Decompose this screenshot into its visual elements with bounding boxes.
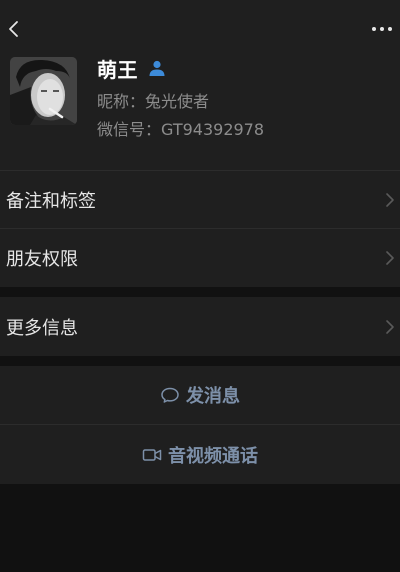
menu-item-label: 备注和标签	[6, 190, 96, 212]
chevron-right-icon	[386, 251, 394, 265]
voice-video-call-button[interactable]: 音视频通话	[0, 425, 400, 484]
video-camera-icon	[142, 448, 162, 461]
avatar[interactable]	[10, 57, 77, 125]
menu-item-label: 更多信息	[6, 317, 78, 339]
nickname-text: 昵称：兔光使者	[97, 92, 210, 111]
menu-item-friend-permissions[interactable]: 朋友权限	[0, 229, 400, 287]
voice-video-call-label: 音视频通话	[168, 445, 258, 467]
contact-name: 萌王	[97, 57, 138, 82]
send-message-label: 发消息	[186, 386, 240, 407]
chevron-right-icon	[386, 192, 394, 207]
menu-item-more-info[interactable]: 更多信息	[0, 297, 400, 356]
person-icon	[149, 60, 165, 76]
profile-header: 萌王 昵称：兔光使者 微信号：GT94392978	[0, 0, 400, 170]
name-row: 萌王	[97, 54, 166, 82]
send-message-button[interactable]: 发消息	[0, 366, 400, 424]
more-options-icon[interactable]	[370, 20, 394, 38]
wechat-id-text: 微信号：GT94392978	[97, 120, 265, 139]
back-arrow-icon[interactable]	[4, 17, 24, 41]
menu-item-remarks-tags[interactable]: 备注和标签	[0, 171, 400, 228]
chat-bubble-icon	[161, 387, 179, 403]
menu-item-label: 朋友权限	[6, 249, 78, 270]
avatar-photo	[10, 57, 77, 125]
chevron-right-icon	[386, 319, 394, 334]
